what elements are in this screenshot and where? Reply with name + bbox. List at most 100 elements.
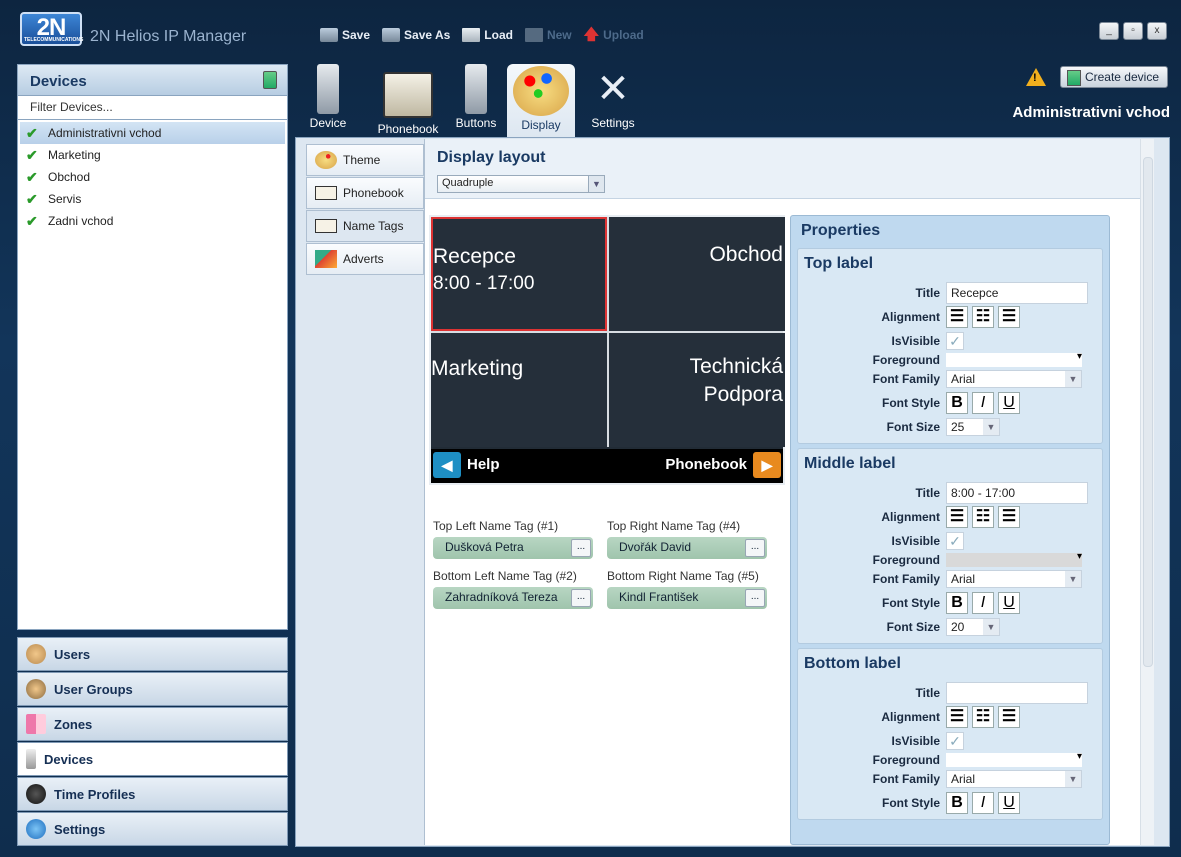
subtab-theme[interactable]: Theme <box>306 144 424 176</box>
add-device-icon[interactable] <box>263 71 277 89</box>
font-family-select[interactable]: Arial ▼ <box>946 570 1082 588</box>
phonebook-icon <box>383 72 433 118</box>
device-item[interactable]: ✔ Obchod <box>20 166 285 188</box>
align-left-icon[interactable]: ☰ <box>946 506 968 528</box>
align-left-icon[interactable]: ☰ <box>946 306 968 328</box>
tag-field[interactable]: Dušková Petra... <box>433 537 593 559</box>
layout-select[interactable]: Quadruple ▼ <box>437 175 605 193</box>
buttons-icon <box>465 64 487 114</box>
font-size-select[interactable]: 20 ▼ <box>946 618 1000 636</box>
align-left-icon[interactable]: ☰ <box>946 706 968 728</box>
cell-top-label-line2: Podpora <box>703 383 783 406</box>
underline-button[interactable]: U <box>998 592 1020 614</box>
nav-settings[interactable]: Settings <box>17 812 288 846</box>
tab-buttons[interactable]: Buttons <box>451 64 501 130</box>
font-size-label: Font Size <box>886 420 940 434</box>
cell-top-label: Technická <box>689 355 783 378</box>
subtab-name-tags[interactable]: Name Tags <box>306 210 424 242</box>
isvisible-checkbox[interactable]: ✓ <box>946 732 964 750</box>
bold-button[interactable]: B <box>946 392 968 414</box>
group-heading: Top label <box>804 255 874 272</box>
filter-devices-input[interactable]: Filter Devices... <box>17 96 288 120</box>
browse-button[interactable]: ... <box>571 539 591 557</box>
nav-time-profiles[interactable]: Time Profiles <box>17 777 288 811</box>
bold-button[interactable]: B <box>946 592 968 614</box>
display-preview: Recepce 8:00 - 17:00 Obchod Marketing Te… <box>429 215 785 485</box>
tab-settings[interactable]: ✕ Settings <box>583 64 643 130</box>
align-right-icon[interactable]: ☰ <box>998 706 1020 728</box>
italic-button[interactable]: I <box>972 392 994 414</box>
italic-button[interactable]: I <box>972 592 994 614</box>
font-family-select[interactable]: Arial ▼ <box>946 370 1082 388</box>
underline-button[interactable]: U <box>998 392 1020 414</box>
app-logo: 2N TELECOMMUNICATIONS <box>20 12 83 46</box>
chevron-down-icon: ▼ <box>1065 571 1081 587</box>
nav-user-groups[interactable]: User Groups <box>17 672 288 706</box>
close-button[interactable]: x <box>1147 22 1167 40</box>
align-right-icon[interactable]: ☰ <box>998 306 1020 328</box>
device-item[interactable]: ✔ Marketing <box>20 144 285 166</box>
device-list: ✔ Administrativni vchod ✔ Marketing ✔ Obcho… <box>17 120 288 630</box>
save-as-button[interactable]: Save As <box>382 28 450 42</box>
foreground-label: Foreground <box>872 353 940 367</box>
help-button[interactable]: ◀ Help <box>433 452 500 478</box>
device-item[interactable]: ✔ Administrativni vchod <box>20 122 285 144</box>
tag-field[interactable]: Kindl František... <box>607 587 767 609</box>
subtab-adverts[interactable]: Adverts <box>306 243 424 275</box>
tab-display[interactable]: Display <box>507 64 575 137</box>
align-center-icon[interactable]: ☷ <box>972 306 994 328</box>
app-title: 2N Helios IP Manager <box>90 28 247 45</box>
maximize-button[interactable]: ▫ <box>1123 22 1143 40</box>
preview-cell-bottom-left[interactable]: Marketing <box>431 333 607 447</box>
title-input[interactable]: Recepce <box>946 282 1088 304</box>
palette-icon <box>513 66 569 116</box>
nav-zones[interactable]: Zones <box>17 707 288 741</box>
bold-button[interactable]: B <box>946 792 968 814</box>
nav-users[interactable]: Users <box>17 637 288 671</box>
device-item[interactable]: ✔ Zadni vchod <box>20 210 285 232</box>
vertical-scrollbar[interactable] <box>1140 139 1154 845</box>
new-icon <box>524 28 543 42</box>
create-device-button[interactable]: Create device <box>1059 66 1168 88</box>
preview-cell-top-right[interactable]: Obchod <box>609 217 785 331</box>
tag-label: Bottom Left Name Tag (#2) <box>433 569 577 583</box>
browse-button[interactable]: ... <box>571 589 591 607</box>
upload-button[interactable]: 🡅 Upload <box>584 27 644 42</box>
isvisible-checkbox[interactable]: ✓ <box>946 532 964 550</box>
device-item[interactable]: ✔ Servis <box>20 188 285 210</box>
scroll-thumb[interactable] <box>1143 157 1153 667</box>
underline-button[interactable]: U <box>998 792 1020 814</box>
foreground-picker[interactable] <box>946 351 1082 367</box>
new-button[interactable]: New <box>524 28 572 42</box>
font-family-select[interactable]: Arial ▼ <box>946 770 1082 788</box>
tab-device[interactable]: Device <box>295 64 361 130</box>
minimize-button[interactable]: _ <box>1099 22 1119 40</box>
isvisible-checkbox[interactable]: ✓ <box>946 332 964 350</box>
align-center-icon[interactable]: ☷ <box>972 706 994 728</box>
foreground-picker[interactable] <box>946 551 1082 567</box>
italic-button[interactable]: I <box>972 792 994 814</box>
cell-top-label: Obchod <box>709 243 783 266</box>
tag-field[interactable]: Zahradníková Tereza... <box>433 587 593 609</box>
browse-button[interactable]: ... <box>745 539 765 557</box>
title-input[interactable] <box>946 682 1088 704</box>
subtab-phonebook[interactable]: Phonebook <box>306 177 424 209</box>
load-button[interactable]: Load <box>462 28 513 42</box>
font-size-select[interactable]: 25 ▼ <box>946 418 1000 436</box>
title-input[interactable]: 8:00 - 17:00 <box>946 482 1088 504</box>
save-button[interactable]: Save <box>320 28 370 42</box>
check-icon: ✔ <box>26 124 38 141</box>
foreground-picker[interactable] <box>946 751 1082 767</box>
preview-cell-bottom-right[interactable]: Technická Podpora <box>609 333 785 447</box>
phonebook-button[interactable]: Phonebook ▶ <box>665 452 781 478</box>
browse-button[interactable]: ... <box>745 589 765 607</box>
nav-devices[interactable]: Devices <box>17 742 288 776</box>
palette-icon <box>315 151 337 169</box>
align-center-icon[interactable]: ☷ <box>972 506 994 528</box>
chevron-down-icon: ▼ <box>1065 771 1081 787</box>
align-right-icon[interactable]: ☰ <box>998 506 1020 528</box>
tab-phonebook[interactable]: Phonebook <box>375 64 441 136</box>
phonebook-icon <box>315 186 337 200</box>
preview-cell-top-left[interactable]: Recepce 8:00 - 17:00 <box>431 217 607 331</box>
tag-field[interactable]: Dvořák David... <box>607 537 767 559</box>
